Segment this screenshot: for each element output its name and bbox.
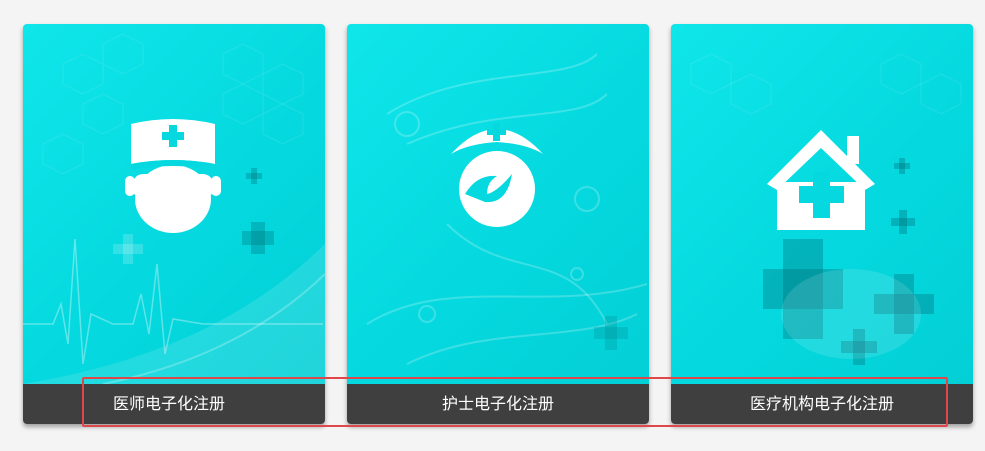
nurse-registration-card[interactable]: 护士电子化注册 — [347, 24, 649, 424]
nurse-card-art — [347, 24, 649, 384]
institution-registration-button[interactable]: 医疗机构电子化注册 — [671, 384, 973, 424]
institution-card-art — [671, 24, 973, 384]
institution-background-graphic — [690, 53, 962, 365]
doctor-registration-card[interactable]: 医师电子化注册 — [23, 24, 325, 424]
nurse-registration-button[interactable]: 护士电子化注册 — [347, 384, 649, 424]
doctor-registration-button[interactable]: 医师电子化注册 — [23, 384, 325, 424]
nurse-registration-label: 护士电子化注册 — [441, 394, 554, 413]
doctor-background-graphic — [23, 33, 325, 384]
institution-registration-label: 医疗机构电子化注册 — [749, 394, 894, 413]
registration-stage: 医师电子化注册 护士电子化注册 医疗机构电子化注册 — [0, 0, 985, 451]
doctor-card-art — [23, 24, 325, 384]
institution-registration-card[interactable]: 医疗机构电子化注册 — [671, 24, 973, 424]
nurse-icon — [451, 129, 543, 227]
nurse-background-graphic — [366, 53, 648, 365]
doctor-registration-label: 医师电子化注册 — [113, 394, 226, 413]
